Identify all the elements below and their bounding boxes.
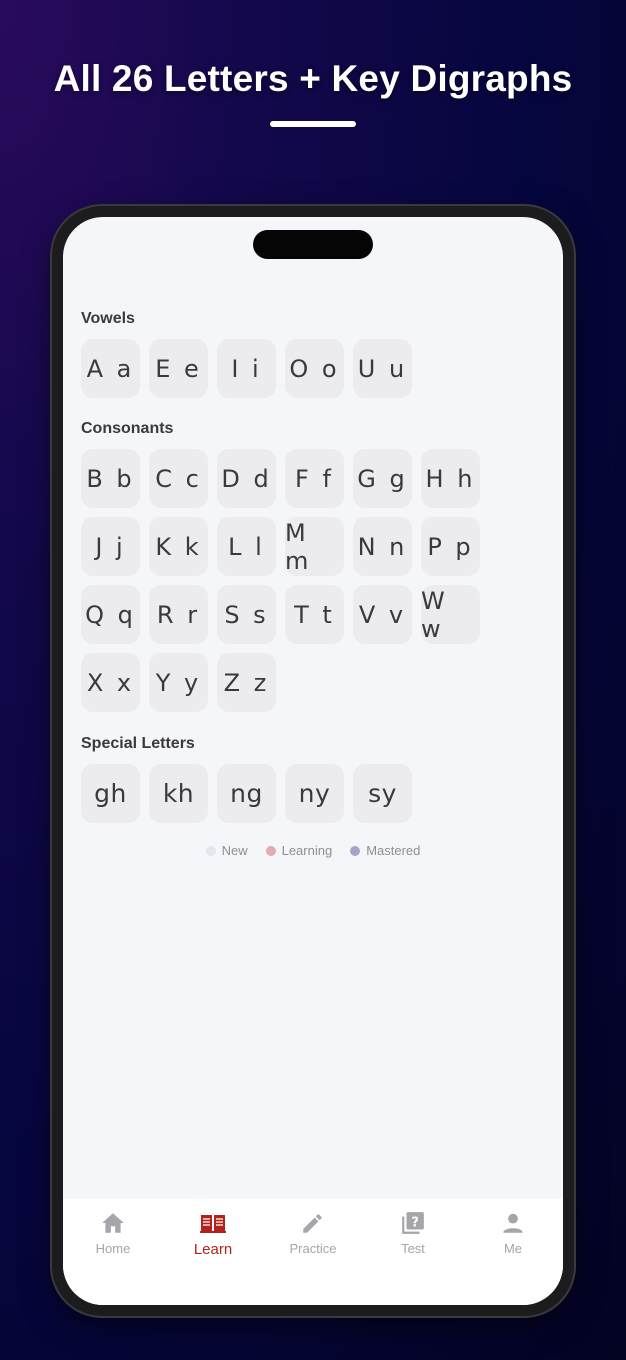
letter-tile[interactable]: I i (217, 339, 276, 398)
legend-new-label: New (221, 843, 248, 858)
special-letters-grid: gh kh ng ny sy (81, 764, 501, 823)
letter-tile[interactable]: X x (81, 653, 140, 712)
letter-tile[interactable]: H h (421, 449, 480, 508)
letter-tile[interactable]: L l (217, 517, 276, 576)
letter-tile[interactable]: J j (81, 517, 140, 576)
consonants-title: Consonants (81, 420, 174, 437)
legend-mastered: Mastered (350, 843, 420, 858)
letter-tile[interactable]: Z z (217, 653, 276, 712)
consonants-grid: B bC cD dF fG gH h J jK kL lM mN nP p Q qR… (81, 449, 501, 712)
vowels-title: Vowels (81, 310, 135, 327)
letter-tile[interactable]: K k (149, 517, 208, 576)
letter-tile[interactable]: gh (81, 764, 140, 823)
pencil-icon (303, 1214, 322, 1233)
person-icon (503, 1213, 523, 1233)
letter-tile[interactable]: D d (217, 449, 276, 508)
tab-practice[interactable]: Practice (263, 1199, 363, 1305)
special-letters-title: Special Letters (81, 735, 195, 752)
tab-practice-label: Practice (289, 1241, 337, 1256)
letter-tile[interactable]: kh (149, 764, 208, 823)
letter-tile[interactable]: N n (353, 517, 412, 576)
legend-mastered-label: Mastered (366, 843, 421, 858)
tab-test-label: Test (401, 1241, 425, 1256)
letter-tile[interactable]: M m (285, 517, 344, 576)
letter-tile[interactable]: Y y (149, 653, 208, 712)
letter-tile[interactable]: W w (421, 585, 480, 644)
legend-learning: Learning (265, 843, 333, 858)
legend-learning-label: Learning (281, 843, 333, 858)
letter-tile[interactable]: B b (81, 449, 140, 508)
letter-tile[interactable]: O o (285, 339, 344, 398)
quiz-icon: ? (402, 1212, 424, 1234)
progress-legend: New Learning Mastered (63, 843, 563, 858)
letter-tile[interactable]: P p (421, 517, 480, 576)
letter-tile[interactable]: V v (353, 585, 412, 644)
tab-bar: Home Learn Practice ? Test Me (63, 1199, 563, 1305)
legend-new-dot (205, 845, 216, 856)
letter-tile[interactable]: F f (285, 449, 344, 508)
svg-text:?: ? (411, 1215, 419, 1230)
letter-tile[interactable]: ng (217, 764, 276, 823)
legend-learning-dot (265, 845, 276, 856)
letter-tile[interactable]: S s (217, 585, 276, 644)
letter-tile[interactable]: U u (353, 339, 412, 398)
tab-me-label: Me (503, 1241, 523, 1256)
phone-frame: Vowels A aE eI iO oU u Consonants B bC c… (52, 206, 574, 1316)
tab-learn[interactable]: Learn (163, 1199, 263, 1305)
tab-home[interactable]: Home (63, 1199, 163, 1305)
headline-underline (270, 121, 356, 127)
legend-new: New (205, 843, 248, 858)
letter-tile[interactable]: C c (149, 449, 208, 508)
letter-tile[interactable]: ny (285, 764, 344, 823)
letter-tile[interactable]: E e (149, 339, 208, 398)
tab-learn-label: Learn (193, 1241, 233, 1258)
letter-tile[interactable]: R r (149, 585, 208, 644)
home-icon (102, 1213, 124, 1233)
letter-tile[interactable]: T t (285, 585, 344, 644)
letter-tile[interactable]: Q q (81, 585, 140, 644)
open-book-icon (200, 1215, 226, 1233)
vowels-grid: A aE eI iO oU u (81, 339, 501, 398)
letter-tile[interactable]: sy (353, 764, 412, 823)
tab-test[interactable]: ? Test (363, 1199, 463, 1305)
dynamic-island (253, 230, 373, 259)
letter-tile[interactable]: A a (81, 339, 140, 398)
tab-home-label: Home (95, 1241, 131, 1256)
letter-tile[interactable]: G g (353, 449, 412, 508)
promo-headline: All 26 Letters + Key Digraphs (53, 58, 573, 99)
tab-me[interactable]: Me (463, 1199, 563, 1305)
legend-mastered-dot (350, 845, 361, 856)
app-screen: Vowels A aE eI iO oU u Consonants B bC c… (63, 217, 563, 1305)
